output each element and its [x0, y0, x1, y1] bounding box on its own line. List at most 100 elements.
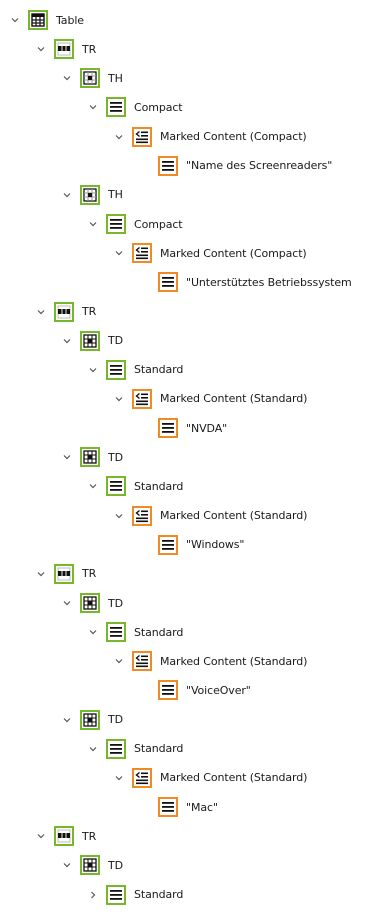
tree-node-label: "Name des Screenreaders": [186, 159, 333, 173]
tree-node[interactable]: Standard: [88, 735, 183, 763]
tree-node-label: Marked Content (Standard): [160, 654, 308, 668]
chevron-down-icon[interactable]: [62, 598, 72, 608]
tree-node[interactable]: TD: [62, 443, 123, 471]
tree-node[interactable]: TR: [36, 298, 96, 326]
tree-node[interactable]: Marked Content (Standard): [114, 502, 307, 530]
marked-content-icon: [132, 505, 152, 526]
tree-node[interactable]: "Name des Screenreaders": [140, 152, 332, 180]
tree-node[interactable]: Standard: [88, 881, 183, 909]
tree-node[interactable]: "Mac": [140, 793, 218, 821]
chevron-down-icon[interactable]: [62, 336, 72, 346]
tree-node-label: TR: [82, 42, 97, 56]
table-data-cell-icon: [80, 709, 100, 730]
chevron-down-icon[interactable]: [88, 744, 98, 754]
structure-tree: Table TR TH Compact Marked Content (Compact)…: [0, 0, 369, 919]
chevron-down-icon[interactable]: [36, 831, 46, 841]
chevron-down-icon[interactable]: [62, 73, 72, 83]
table-row-icon: [54, 301, 74, 322]
tree-node-label: Standard: [134, 479, 184, 493]
chevron-down-icon[interactable]: [62, 190, 72, 200]
chevron-down-icon[interactable]: [114, 248, 124, 258]
chevron-down-icon[interactable]: [36, 569, 46, 579]
tree-node[interactable]: TR: [36, 35, 96, 63]
table-row-icon: [54, 826, 74, 847]
tree-node-label: Table: [56, 13, 84, 27]
text-icon: [158, 797, 178, 818]
tree-node-label: Standard: [134, 363, 184, 377]
tree-node-label: Marked Content (Standard): [160, 771, 308, 785]
tree-node[interactable]: TD: [62, 851, 123, 879]
tree-node[interactable]: Standard: [88, 618, 183, 646]
text-icon: [158, 272, 178, 293]
tree-node[interactable]: "NVDA": [140, 414, 227, 442]
tree-node-label: TD: [108, 450, 123, 464]
tree-node[interactable]: Marked Content (Compact): [114, 123, 307, 151]
tree-node[interactable]: Compact: [88, 210, 183, 238]
tree-node[interactable]: TR: [36, 822, 96, 850]
table-data-cell-icon: [80, 593, 100, 613]
table-data-cell-icon: [80, 330, 100, 351]
tree-node-label: TR: [82, 305, 97, 318]
chevron-down-icon[interactable]: [114, 511, 124, 521]
chevron-down-icon[interactable]: [88, 365, 98, 375]
chevron-down-icon[interactable]: [10, 15, 20, 25]
paragraph-icon: [106, 738, 126, 759]
tree-node[interactable]: "Unterstütztes Betriebssystem: [140, 268, 352, 296]
tree-node-label: TH: [108, 71, 123, 85]
paragraph-icon: [106, 97, 126, 118]
tree-node[interactable]: Marked Content (Standard): [114, 647, 307, 675]
tree-node-label: Standard: [134, 888, 184, 901]
tree-node-label: Marked Content (Compact): [160, 246, 307, 260]
chevron-down-icon[interactable]: [114, 132, 124, 142]
marked-content-icon: [132, 243, 152, 264]
tree-node[interactable]: TD: [62, 327, 123, 355]
tree-node[interactable]: Marked Content (Standard): [114, 764, 307, 792]
text-icon: [158, 155, 178, 176]
marked-content-icon: [132, 126, 152, 147]
tree-node[interactable]: Standard: [88, 472, 183, 500]
text-icon: [158, 534, 178, 555]
tree-node-label: TD: [108, 596, 123, 610]
chevron-down-icon[interactable]: [62, 860, 72, 870]
tree-node[interactable]: Table: [10, 6, 84, 34]
chevron-down-icon[interactable]: [62, 452, 72, 462]
table-row-icon: [54, 39, 74, 60]
marked-content-icon: [132, 388, 152, 409]
tree-node-label: "Mac": [186, 800, 218, 814]
text-icon: [158, 680, 178, 701]
chevron-down-icon[interactable]: [88, 219, 98, 229]
tree-node[interactable]: TH: [62, 181, 123, 209]
chevron-down-icon[interactable]: [36, 307, 46, 317]
marked-content-icon: [132, 767, 152, 788]
paragraph-icon: [106, 359, 126, 380]
tree-node[interactable]: TD: [62, 589, 123, 617]
tree-node-label: TR: [82, 829, 97, 843]
chevron-down-icon[interactable]: [114, 394, 124, 404]
tree-node[interactable]: "VoiceOver": [140, 676, 251, 704]
tree-node-label: TD: [108, 858, 123, 872]
tree-node[interactable]: TD: [62, 706, 123, 734]
table-row-icon: [54, 563, 74, 584]
tree-node[interactable]: "Windows": [140, 531, 244, 559]
tree-node-label: TD: [108, 334, 123, 348]
tree-node[interactable]: TH: [62, 64, 123, 92]
chevron-down-icon[interactable]: [88, 102, 98, 112]
chevron-down-icon[interactable]: [114, 656, 124, 666]
chevron-right-icon[interactable]: [88, 890, 98, 900]
chevron-down-icon[interactable]: [36, 44, 46, 54]
chevron-down-icon[interactable]: [114, 773, 124, 783]
chevron-down-icon[interactable]: [62, 715, 72, 725]
tree-node-label: "NVDA": [186, 421, 228, 435]
tree-node[interactable]: Marked Content (Compact): [114, 239, 307, 267]
tree-node[interactable]: TR: [36, 560, 96, 588]
chevron-down-icon[interactable]: [88, 481, 98, 491]
tree-node[interactable]: Standard: [88, 356, 183, 384]
table-data-cell-icon: [80, 855, 100, 876]
table-header-cell-icon: [80, 68, 100, 89]
tree-node-label: "Unterstütztes Betriebssystem: [186, 275, 352, 289]
chevron-down-icon[interactable]: [88, 627, 98, 637]
tree-node[interactable]: Marked Content (Standard): [114, 385, 307, 413]
tree-node[interactable]: Compact: [88, 93, 183, 121]
table-data-cell-icon: [80, 447, 100, 468]
tree-node-label: Marked Content (Standard): [160, 392, 308, 406]
